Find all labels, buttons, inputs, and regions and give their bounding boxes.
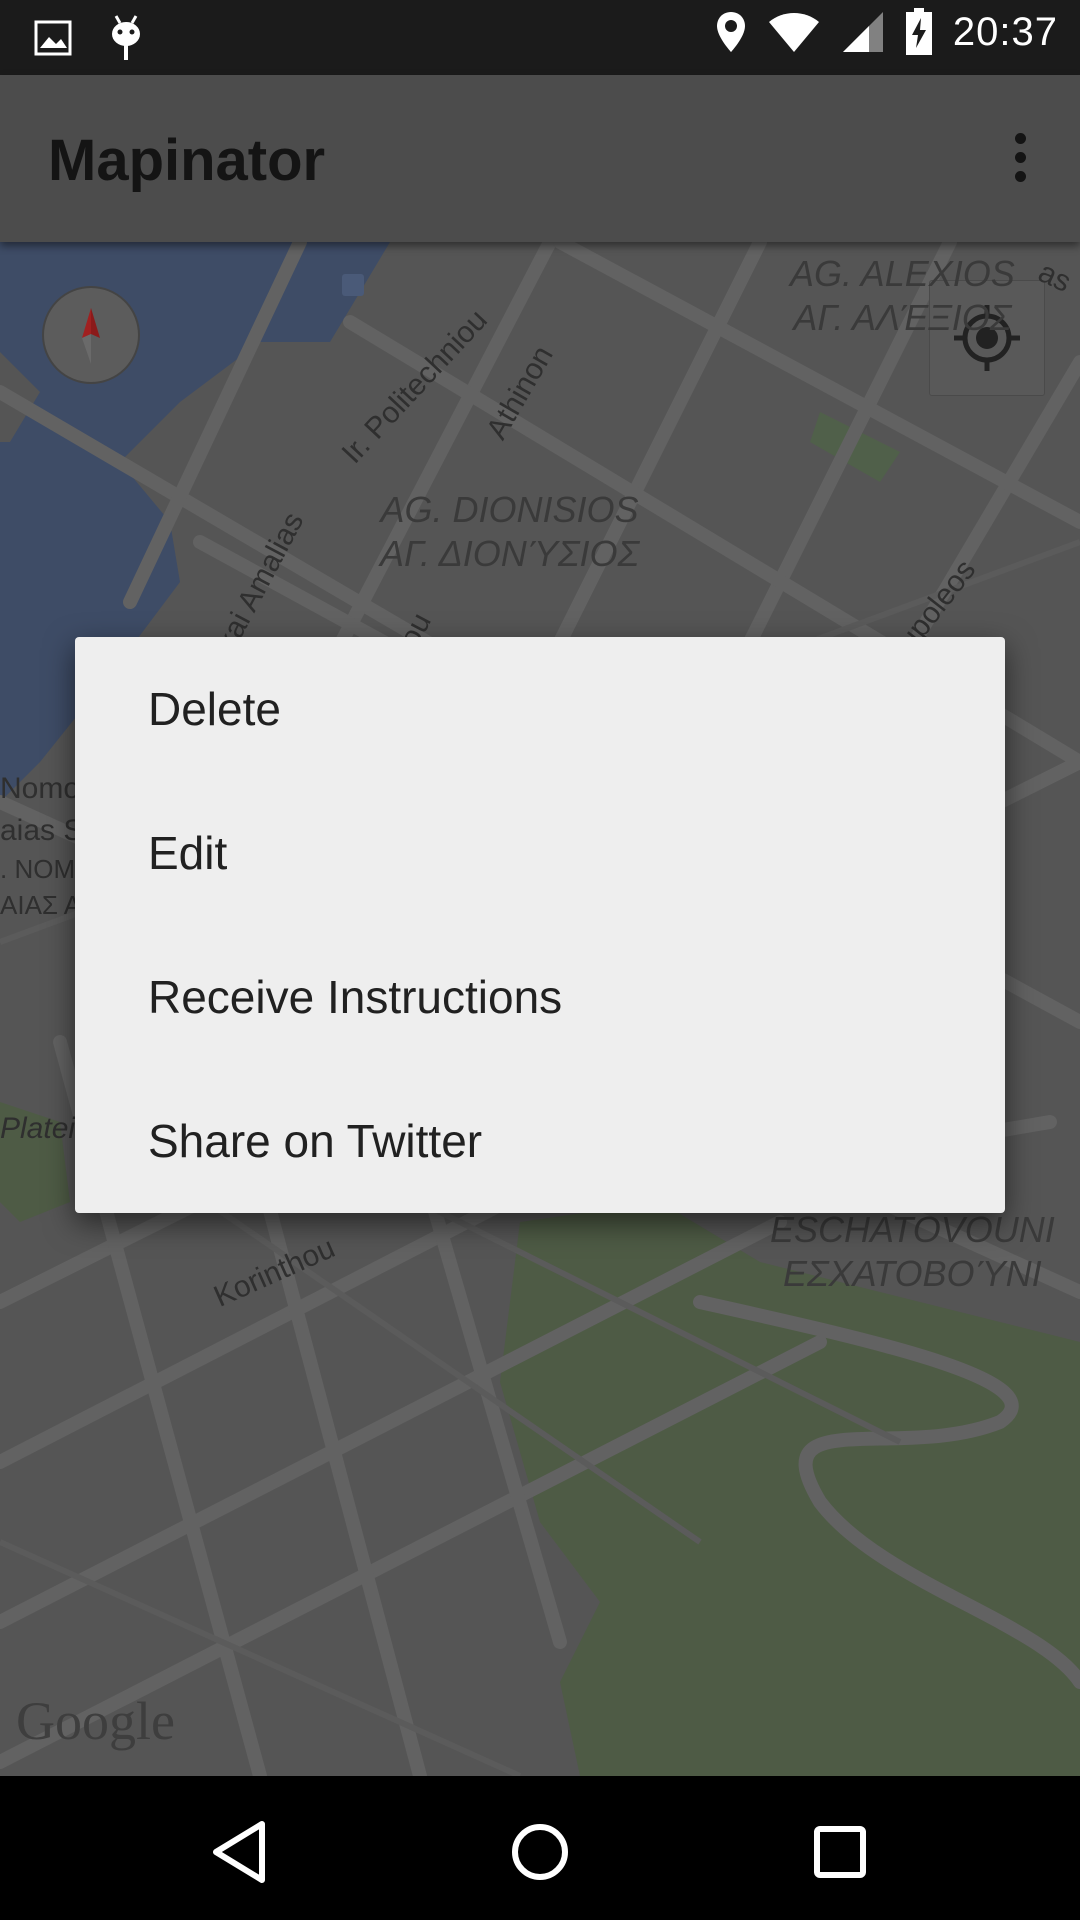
menu-item-receive-instructions[interactable]: Receive Instructions bbox=[75, 925, 1005, 1069]
street-label: Nomo bbox=[0, 772, 81, 805]
street-label: aias S bbox=[0, 814, 84, 847]
app-bar: Mapinator bbox=[0, 75, 1080, 242]
menu-item-share-on-twitter[interactable]: Share on Twitter bbox=[75, 1069, 1005, 1213]
clock: 20:37 bbox=[952, 9, 1058, 54]
wifi-icon bbox=[768, 13, 819, 52]
home-icon[interactable] bbox=[500, 1812, 580, 1892]
status-bar: 20:37 bbox=[0, 0, 1080, 75]
image-icon bbox=[34, 20, 72, 56]
google-attribution: Google bbox=[16, 1691, 175, 1751]
more-vert-icon[interactable] bbox=[998, 133, 1042, 193]
context-menu-dialog: Delete Edit Receive Instructions Share o… bbox=[75, 637, 1005, 1213]
recents-icon[interactable] bbox=[800, 1812, 880, 1892]
area-label: AG. DIONISIOS ΑΓ. ΔΙΟΝΎΣΙΟΣ bbox=[380, 489, 640, 574]
street-label: ΑΙΑΣ Α bbox=[0, 890, 82, 920]
android-debug-icon bbox=[112, 15, 140, 60]
location-icon bbox=[716, 12, 745, 52]
street-label: . ΝΟΜ bbox=[0, 854, 76, 884]
area-label: AG. ALEXIOS ΑΓ. ΑΛΈΞΙΟΣ bbox=[790, 253, 1015, 338]
battery-charging-icon bbox=[905, 8, 932, 55]
menu-item-edit[interactable]: Edit bbox=[75, 781, 1005, 925]
menu-item-delete[interactable]: Delete bbox=[75, 637, 1005, 781]
signal-icon bbox=[842, 12, 883, 52]
compass-icon[interactable] bbox=[42, 286, 140, 384]
navigation-bar bbox=[0, 1776, 1080, 1920]
back-icon[interactable] bbox=[200, 1812, 280, 1892]
area-label: ESCHATOVOUNI ΕΣΧΑΤΟΒΟΎΝΙ bbox=[770, 1209, 1055, 1294]
app-title: Mapinator bbox=[48, 128, 326, 193]
